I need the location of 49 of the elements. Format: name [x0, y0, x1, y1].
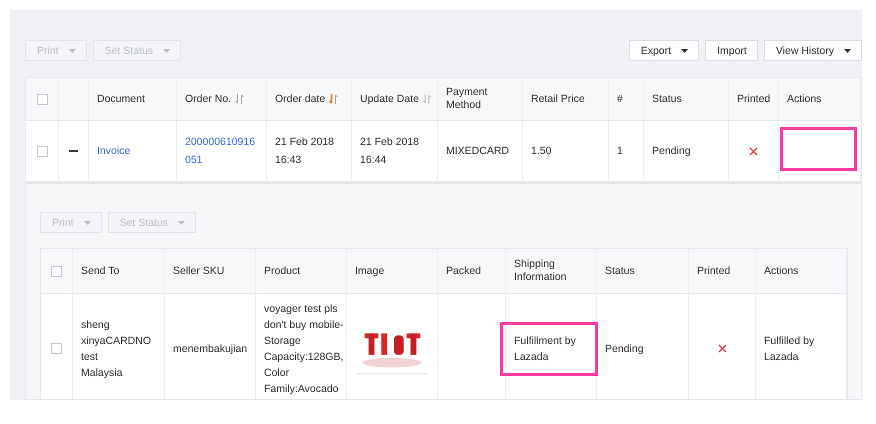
- dropdown-button[interactable]: Export: [628, 40, 700, 61]
- column-header: Update Date: [360, 92, 419, 106]
- table-cell-text: 1: [617, 144, 623, 159]
- caret-icon: [681, 48, 688, 52]
- column-header: Printed: [737, 92, 770, 106]
- column-header: Status: [605, 264, 635, 278]
- table-cell-text: Fulfilled by Lazada: [764, 334, 814, 364]
- column-header: Packed: [446, 264, 482, 278]
- column-header: #: [617, 92, 623, 106]
- table-cell-text: voyager test pls don't buy mobile- Storage Capacity:128GB, Color Family:Avocado: [264, 302, 344, 396]
- column-header: Order No.: [185, 92, 232, 106]
- dropdown-button[interactable]: View History: [764, 40, 862, 61]
- sort-icon[interactable]: [329, 94, 338, 104]
- checkbox[interactable]: [36, 146, 48, 156]
- table-cell-text: 21 Feb 2018 16:44: [360, 135, 419, 168]
- column-header: Actions: [787, 92, 822, 106]
- table-cell-text: Pending: [652, 144, 691, 159]
- document-link[interactable]: Invoice: [97, 142, 130, 160]
- checkbox[interactable]: [51, 266, 62, 276]
- caret-icon: [84, 220, 91, 224]
- column-header: Seller SKU: [173, 264, 224, 278]
- table-cell-text: sheng xinyaCARDNO test Malaysia: [81, 318, 152, 380]
- column-header: Retail Price: [531, 92, 585, 106]
- column-header: Status: [652, 92, 682, 106]
- table-cell-text: 21 Feb 2018 16:43: [275, 135, 334, 168]
- column-header: Product: [264, 264, 300, 278]
- order-number-link[interactable]: 200000610916051: [185, 133, 260, 169]
- table-cell-text: Pending: [605, 342, 644, 356]
- sort-icon[interactable]: [422, 94, 431, 104]
- caret-icon: [844, 48, 851, 52]
- table-cell: Fulfillment by Lazada: [514, 334, 576, 362]
- caret-icon: [68, 48, 76, 52]
- column-header: Image: [355, 264, 384, 278]
- caret-icon: [163, 48, 170, 52]
- table-cell-text: 1.50: [531, 144, 552, 159]
- caret-icon: [178, 220, 186, 224]
- column-header: Payment Method: [446, 86, 488, 112]
- column-header: Printed: [697, 264, 730, 278]
- column-header: Shipping Information: [514, 258, 567, 284]
- checkbox[interactable]: [51, 343, 62, 354]
- table-cell-text: MIXEDCARD: [446, 144, 510, 159]
- action-button[interactable]: Import: [705, 40, 758, 61]
- column-header: Actions: [764, 264, 798, 278]
- column-header: Document: [97, 92, 145, 106]
- column-header: Order date: [275, 92, 326, 106]
- checkbox[interactable]: [36, 94, 48, 104]
- sort-icon[interactable]: [235, 94, 244, 104]
- table-cell-text: menembakujian: [173, 342, 248, 356]
- column-header: Send To: [81, 264, 120, 278]
